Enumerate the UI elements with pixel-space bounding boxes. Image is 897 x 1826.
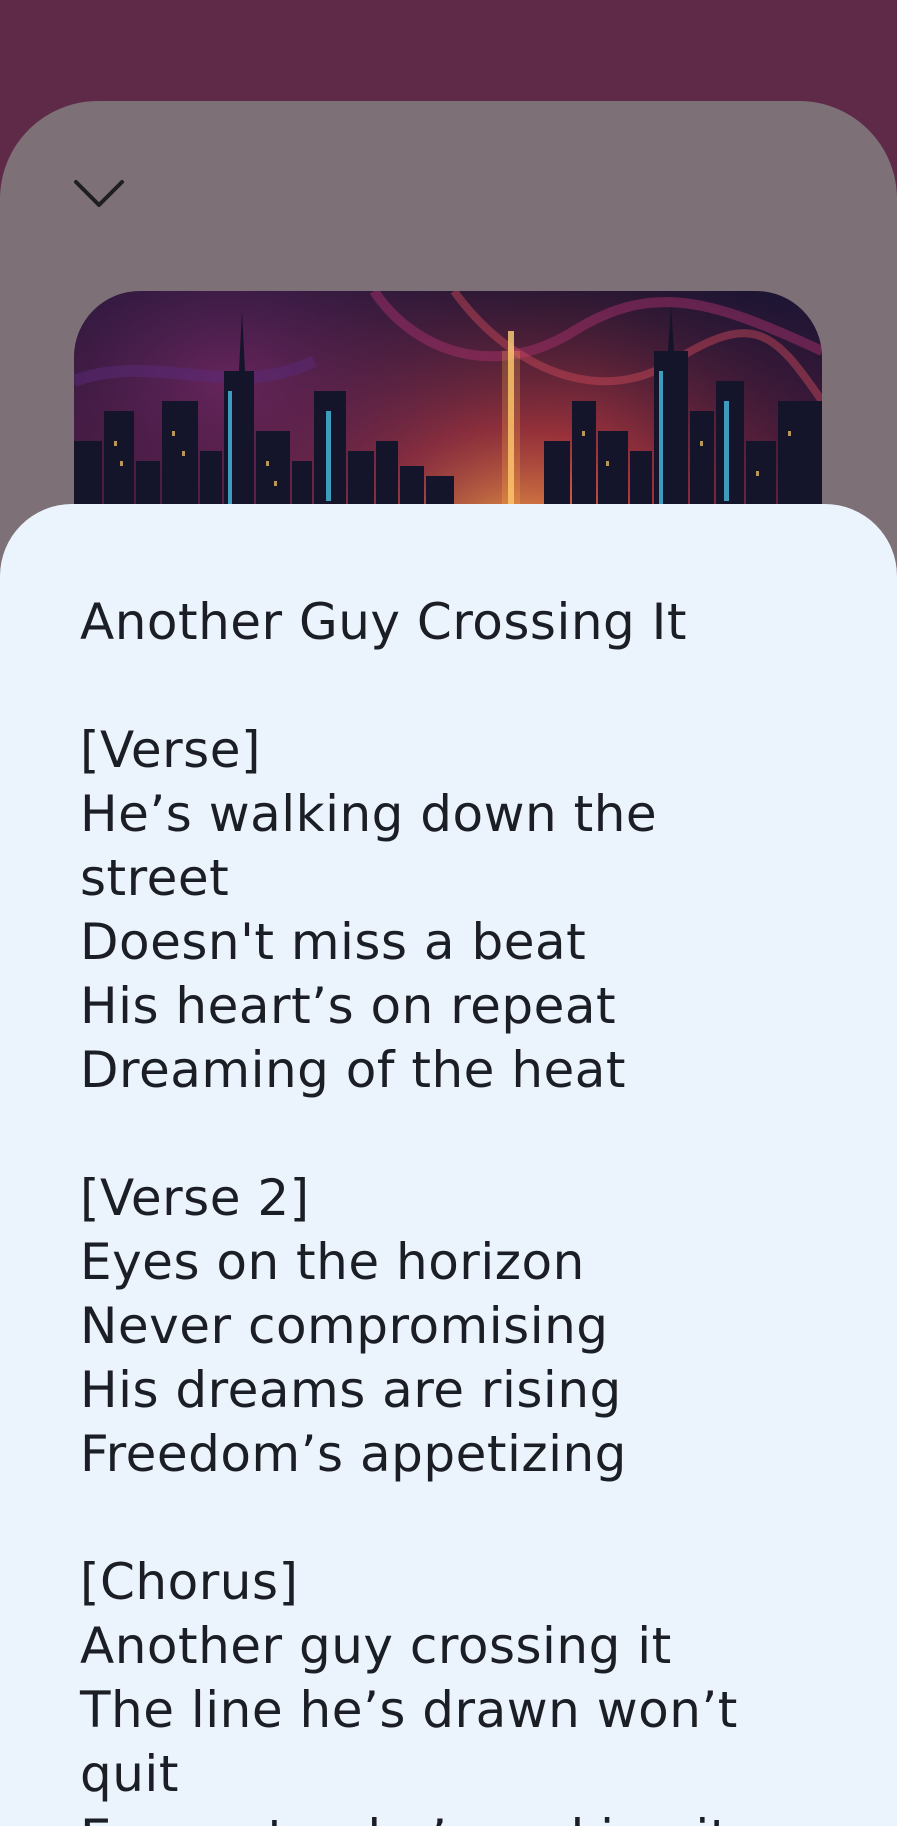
chevron-down-icon bbox=[74, 180, 124, 207]
lyrics-panel[interactable]: Another Guy Crossing It [Verse] He’s wal… bbox=[0, 504, 897, 1826]
collapse-player-button[interactable] bbox=[66, 167, 132, 221]
lyrics-text: Another Guy Crossing It [Verse] He’s wal… bbox=[80, 593, 738, 1826]
